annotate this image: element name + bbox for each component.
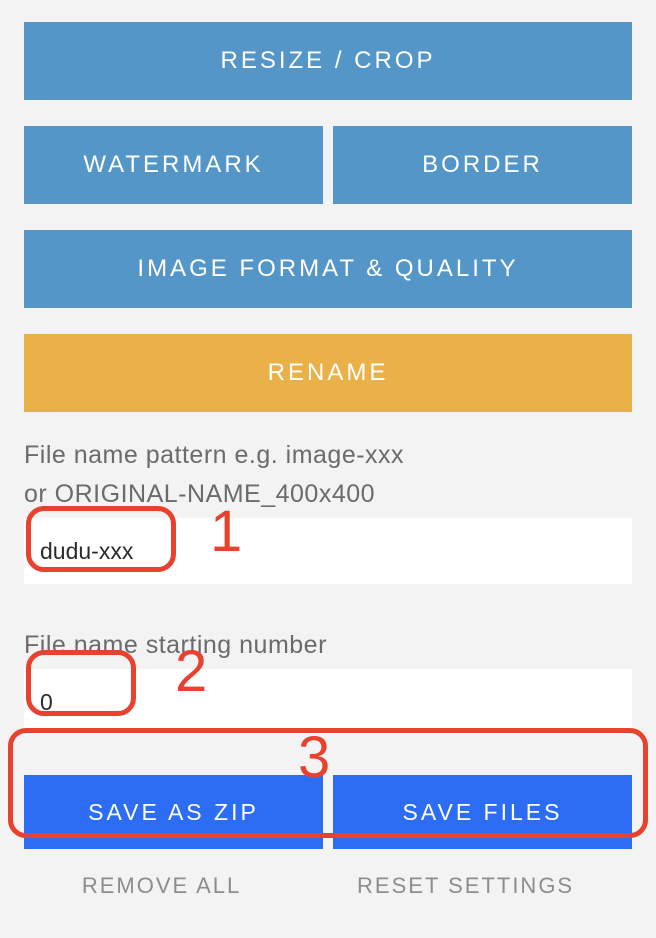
- watermark-panel-toggle[interactable]: WATERMARK: [24, 126, 323, 204]
- filename-start-label: File name starting number: [24, 628, 632, 663]
- save-zip-label: SAVE AS ZIP: [88, 799, 259, 826]
- filename-pattern-label-line1: File name pattern e.g. image-xxx: [24, 438, 632, 473]
- border-label: BORDER: [422, 151, 543, 179]
- watermark-label: WATERMARK: [83, 151, 263, 179]
- filename-pattern-input-row: [24, 518, 632, 584]
- border-panel-toggle[interactable]: BORDER: [333, 126, 632, 204]
- filename-pattern-label-line2: or ORIGINAL-NAME_400x400: [24, 477, 632, 512]
- format-quality-label: IMAGE FORMAT & QUALITY: [137, 255, 518, 283]
- save-files-label: SAVE FILES: [403, 799, 563, 826]
- resize-crop-label: RESIZE / CROP: [220, 47, 435, 75]
- resize-crop-panel-toggle[interactable]: RESIZE / CROP: [24, 22, 632, 100]
- reset-settings-button[interactable]: RESET SETTINGS: [357, 873, 574, 899]
- filename-pattern-input[interactable]: [32, 532, 624, 571]
- image-format-quality-panel-toggle[interactable]: IMAGE FORMAT & QUALITY: [24, 230, 632, 308]
- remove-all-button[interactable]: REMOVE ALL: [82, 873, 241, 899]
- rename-panel-toggle[interactable]: RENAME: [24, 334, 632, 412]
- save-as-zip-button[interactable]: SAVE AS ZIP: [24, 775, 323, 849]
- rename-label: RENAME: [268, 359, 389, 387]
- filename-starting-number-input[interactable]: [32, 683, 152, 722]
- filename-start-input-row: [24, 669, 632, 735]
- save-files-button[interactable]: SAVE FILES: [333, 775, 632, 849]
